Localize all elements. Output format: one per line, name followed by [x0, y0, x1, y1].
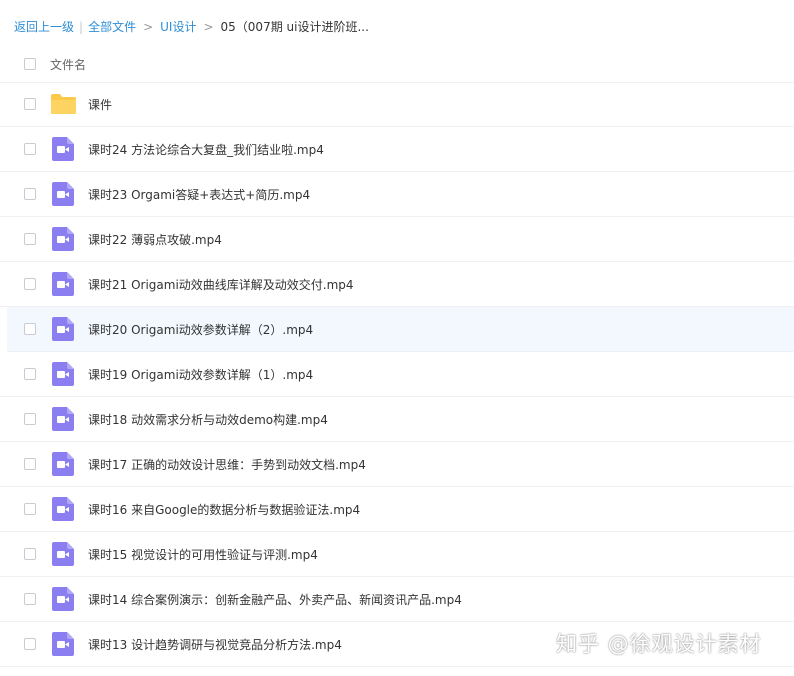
list-item[interactable]: 课件 [0, 82, 794, 127]
row-checkbox[interactable] [24, 323, 36, 335]
file-name[interactable]: 课时23 Orgami答疑+表达式+简历.mp4 [88, 186, 310, 203]
file-name[interactable]: 课时24 方法论综合大复盘_我们结业啦.mp4 [88, 141, 324, 158]
list-item[interactable]: 课时19 Origami动效参数详解（1）.mp4 [0, 352, 794, 397]
video-file-icon [52, 587, 74, 611]
file-name[interactable]: 课时21 Origami动效曲线库详解及动效交付.mp4 [88, 276, 354, 293]
file-name[interactable]: 课时17 正确的动效设计思维：手势到动效文档.mp4 [88, 456, 366, 473]
breadcrumb: 返回上一级 | 全部文件 > UI设计 > 05（007期 ui设计进阶班... [14, 18, 369, 36]
ui-design-link[interactable]: UI设计 [160, 18, 196, 36]
file-name[interactable]: 课时13 设计趋势调研与视觉竞品分析方法.mp4 [88, 636, 342, 653]
list-item[interactable]: 课时21 Origami动效曲线库详解及动效交付.mp4 [0, 262, 794, 307]
column-header-filename[interactable]: 文件名 [50, 56, 86, 73]
video-file-icon [52, 632, 74, 656]
list-item[interactable]: 课时15 视觉设计的可用性验证与评测.mp4 [0, 532, 794, 577]
row-checkbox[interactable] [24, 593, 36, 605]
file-list-header: 文件名 [0, 46, 794, 83]
file-list: 课件 课时24 方法论综合大复盘_我们结业啦.mp4 课时23 Orgami答疑… [0, 82, 794, 667]
row-checkbox[interactable] [24, 368, 36, 380]
video-file-icon [52, 362, 74, 386]
video-file-icon [52, 452, 74, 476]
file-name[interactable]: 课时19 Origami动效参数详解（1）.mp4 [88, 366, 313, 383]
list-item[interactable]: 课时18 动效需求分析与动效demo构建.mp4 [0, 397, 794, 442]
video-file-icon [52, 182, 74, 206]
row-checkbox[interactable] [24, 503, 36, 515]
file-name[interactable]: 课时20 Origami动效参数详解（2）.mp4 [88, 321, 313, 338]
folder-icon [51, 94, 76, 114]
current-folder: 05（007期 ui设计进阶班... [220, 20, 369, 34]
back-link[interactable]: 返回上一级 [14, 18, 74, 36]
video-file-icon [52, 227, 74, 251]
video-file-icon [52, 542, 74, 566]
breadcrumb-divider: | [79, 20, 84, 34]
list-item[interactable]: 课时22 薄弱点攻破.mp4 [0, 217, 794, 262]
list-item[interactable]: 课时17 正确的动效设计思维：手势到动效文档.mp4 [0, 442, 794, 487]
all-files-link[interactable]: 全部文件 [88, 18, 136, 36]
row-checkbox[interactable] [24, 98, 36, 110]
row-checkbox[interactable] [24, 278, 36, 290]
watermark: 知乎 @徐观设计素材 [556, 632, 762, 656]
file-name[interactable]: 课时18 动效需求分析与动效demo构建.mp4 [88, 411, 328, 428]
row-checkbox[interactable] [24, 188, 36, 200]
row-checkbox[interactable] [24, 233, 36, 245]
video-file-icon [52, 137, 74, 161]
file-name[interactable]: 课时16 来自Google的数据分析与数据验证法.mp4 [88, 501, 360, 518]
list-item[interactable]: 课时14 综合案例演示：创新金融产品、外卖产品、新闻资讯产品.mp4 [0, 577, 794, 622]
list-item[interactable]: 课时16 来自Google的数据分析与数据验证法.mp4 [0, 487, 794, 532]
breadcrumb-chevron: > [203, 20, 214, 34]
row-checkbox[interactable] [24, 458, 36, 470]
breadcrumb-chevron: > [143, 20, 154, 34]
list-item-hovered[interactable]: 课时20 Origami动效参数详解（2）.mp4 [7, 307, 794, 352]
video-file-icon [52, 407, 74, 431]
video-file-icon [52, 272, 74, 296]
file-name[interactable]: 课件 [88, 96, 112, 113]
row-checkbox[interactable] [24, 548, 36, 560]
row-checkbox[interactable] [24, 413, 36, 425]
video-file-icon [52, 497, 74, 521]
file-name[interactable]: 课时22 薄弱点攻破.mp4 [88, 231, 222, 248]
row-checkbox[interactable] [24, 638, 36, 650]
list-item[interactable]: 课时23 Orgami答疑+表达式+简历.mp4 [0, 172, 794, 217]
video-file-icon [52, 317, 74, 341]
file-name[interactable]: 课时15 视觉设计的可用性验证与评测.mp4 [88, 546, 318, 563]
file-name[interactable]: 课时14 综合案例演示：创新金融产品、外卖产品、新闻资讯产品.mp4 [88, 591, 462, 608]
select-all-checkbox[interactable] [24, 58, 36, 70]
row-checkbox[interactable] [24, 143, 36, 155]
list-item[interactable]: 课时24 方法论综合大复盘_我们结业啦.mp4 [0, 127, 794, 172]
